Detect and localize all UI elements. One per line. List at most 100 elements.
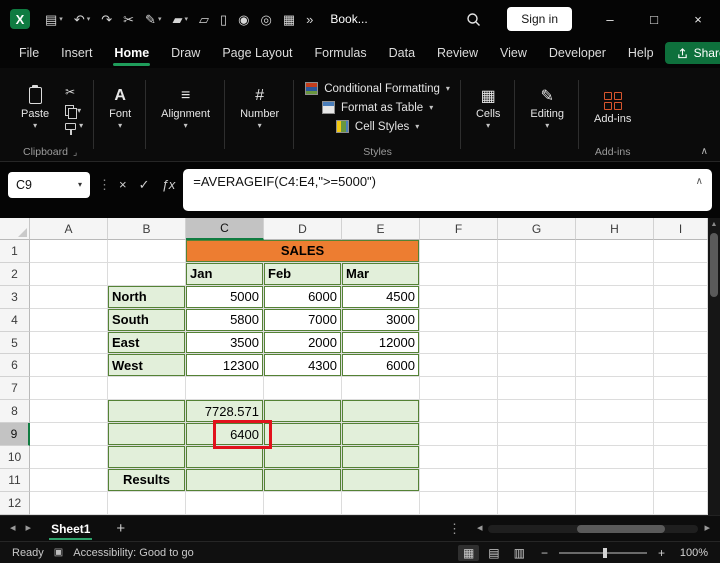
page-break-preview-button[interactable]: ▥ xyxy=(509,545,530,561)
new-sheet-button[interactable]: + xyxy=(110,520,131,537)
cell-I5[interactable] xyxy=(654,332,708,355)
row-header-9[interactable]: 9 xyxy=(0,423,30,446)
cell-E4[interactable]: 3000 xyxy=(342,309,420,332)
cell-D5[interactable]: 2000 xyxy=(264,332,342,355)
column-header-B[interactable]: B xyxy=(108,218,186,240)
cell-D2[interactable]: Feb xyxy=(264,263,342,286)
cell-A7[interactable] xyxy=(30,377,108,400)
cell-E6[interactable]: 6000 xyxy=(342,354,420,377)
cell-C4[interactable]: 5800 xyxy=(186,309,264,332)
save-icon[interactable]: ▤▾ xyxy=(40,10,68,29)
cell-G12[interactable] xyxy=(498,492,576,515)
cell-A4[interactable] xyxy=(30,309,108,332)
cut-icon[interactable]: ✂ xyxy=(118,10,139,29)
cell-styles-button[interactable]: Cell Styles ▾ xyxy=(333,119,422,134)
cell-C1[interactable]: SALES xyxy=(186,240,420,263)
sheet-nav-right[interactable]: ▸ xyxy=(26,523,32,534)
cell-E11[interactable] xyxy=(342,469,420,492)
cell-D11[interactable] xyxy=(264,469,342,492)
cell-A3[interactable] xyxy=(30,286,108,309)
cell-E9[interactable] xyxy=(342,423,420,446)
cell-B12[interactable] xyxy=(108,492,186,515)
column-header-I[interactable]: I xyxy=(654,218,708,240)
formula-bar-drag-handle[interactable]: ⋮ xyxy=(98,177,111,193)
cell-B5[interactable]: East xyxy=(108,332,186,355)
excel-logo-icon[interactable]: X xyxy=(10,9,30,29)
column-header-D[interactable]: D xyxy=(264,218,342,240)
column-header-F[interactable]: F xyxy=(420,218,498,240)
cell-E3[interactable]: 4500 xyxy=(342,286,420,309)
cut-button[interactable]: ✂ xyxy=(62,84,86,100)
pin-icon[interactable]: ◉ xyxy=(233,10,254,29)
scroll-up-icon[interactable]: ▲ xyxy=(711,221,718,228)
cell-A2[interactable] xyxy=(30,263,108,286)
cell-A5[interactable] xyxy=(30,332,108,355)
cell-C6[interactable]: 12300 xyxy=(186,354,264,377)
column-header-H[interactable]: H xyxy=(576,218,654,240)
sheet-tab-sheet1[interactable]: Sheet1 xyxy=(41,518,100,540)
cell-F3[interactable] xyxy=(420,286,498,309)
conditional-formatting-button[interactable]: Conditional Formatting ▾ xyxy=(302,81,453,96)
cell-C8[interactable]: 7728.571 xyxy=(186,400,264,423)
undo-icon[interactable]: ↶▾ xyxy=(69,10,95,29)
cell-H10[interactable] xyxy=(576,446,654,469)
font-button[interactable]: A Font ▾ xyxy=(102,84,138,132)
row-header-10[interactable]: 10 xyxy=(0,446,30,469)
cell-A12[interactable] xyxy=(30,492,108,515)
cell-F1[interactable] xyxy=(420,240,498,263)
zoom-slider[interactable] xyxy=(559,552,647,554)
cancel-button[interactable]: × xyxy=(119,178,127,191)
row-header-8[interactable]: 8 xyxy=(0,400,30,423)
cell-B7[interactable] xyxy=(108,377,186,400)
tab-data[interactable]: Data xyxy=(378,40,426,66)
cell-C12[interactable] xyxy=(186,492,264,515)
format-painter-button[interactable]: ▾ xyxy=(62,121,86,131)
column-header-C[interactable]: C xyxy=(186,218,264,240)
cell-F2[interactable] xyxy=(420,263,498,286)
cell-G11[interactable] xyxy=(498,469,576,492)
cell-H8[interactable] xyxy=(576,400,654,423)
table-icon[interactable]: ▦ xyxy=(278,10,300,29)
cell-E12[interactable] xyxy=(342,492,420,515)
cell-B6[interactable]: West xyxy=(108,354,186,377)
cell-F4[interactable] xyxy=(420,309,498,332)
cell-E2[interactable]: Mar xyxy=(342,263,420,286)
cell-I1[interactable] xyxy=(654,240,708,263)
sheet-options-handle[interactable]: ⋮ xyxy=(442,521,467,537)
cell-F7[interactable] xyxy=(420,377,498,400)
select-all-corner[interactable] xyxy=(0,218,30,240)
row-header-6[interactable]: 6 xyxy=(0,354,30,377)
name-box[interactable]: C9 ▾ xyxy=(8,172,90,198)
zoom-level[interactable]: 100% xyxy=(676,547,708,559)
cell-H7[interactable] xyxy=(576,377,654,400)
cell-B11[interactable]: Results xyxy=(108,469,186,492)
collapse-formula-bar-icon[interactable]: ∧ xyxy=(696,176,703,187)
cell-G1[interactable] xyxy=(498,240,576,263)
cell-G7[interactable] xyxy=(498,377,576,400)
row-header-12[interactable]: 12 xyxy=(0,492,30,515)
cell-D6[interactable]: 4300 xyxy=(264,354,342,377)
tab-home[interactable]: Home xyxy=(103,40,160,66)
cell-D9[interactable] xyxy=(264,423,342,446)
normal-view-button[interactable]: ▦ xyxy=(458,545,479,561)
row-header-4[interactable]: 4 xyxy=(0,309,30,332)
cell-D12[interactable] xyxy=(264,492,342,515)
cell-D4[interactable]: 7000 xyxy=(264,309,342,332)
cell-B9[interactable] xyxy=(108,423,186,446)
cell-G6[interactable] xyxy=(498,354,576,377)
cell-A10[interactable] xyxy=(30,446,108,469)
paste-button[interactable]: Paste ▾ xyxy=(14,84,56,132)
new-document-icon[interactable]: ▯ xyxy=(215,10,232,29)
tab-developer[interactable]: Developer xyxy=(538,40,617,66)
tab-page-layout[interactable]: Page Layout xyxy=(211,40,303,66)
clipboard-dialog-launcher[interactable]: ⌟ xyxy=(73,147,77,158)
column-header-E[interactable]: E xyxy=(342,218,420,240)
tab-review[interactable]: Review xyxy=(426,40,489,66)
name-box-dropdown-icon[interactable]: ▾ xyxy=(78,181,82,189)
row-header-11[interactable]: 11 xyxy=(0,469,30,492)
cell-C9[interactable]: 6400 xyxy=(186,423,264,446)
cell-I2[interactable] xyxy=(654,263,708,286)
cell-H4[interactable] xyxy=(576,309,654,332)
cell-B4[interactable]: South xyxy=(108,309,186,332)
hscroll-left-arrow[interactable]: ◂ xyxy=(477,523,483,534)
